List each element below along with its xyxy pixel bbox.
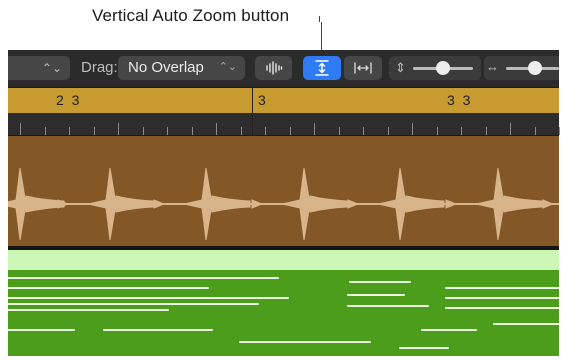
beat-tick xyxy=(412,123,413,135)
bar-number: 2 3 xyxy=(56,92,82,108)
beat-tick xyxy=(436,127,438,135)
vertical-auto-zoom-button[interactable] xyxy=(303,56,341,80)
beat-tick xyxy=(118,123,119,135)
bar-number: 3 xyxy=(258,92,268,108)
tracks-toolbar: ⌃⌄ Drag: No Overlap ⌃⌄ ⇕ ↔ xyxy=(8,50,559,88)
callout-label: Vertical Auto Zoom button xyxy=(92,6,290,25)
beat-tick xyxy=(265,127,266,135)
horizontal-zoom-slider-group: ↔ xyxy=(484,56,559,80)
select-chevrons-icon: ⌃⌄ xyxy=(218,61,237,73)
horizontal-auto-zoom-icon xyxy=(354,62,372,74)
beat-tick xyxy=(387,127,389,135)
beat-tick xyxy=(314,123,315,135)
beat-tick-strip xyxy=(8,113,560,136)
bar-number: 3 3 xyxy=(447,92,473,108)
audio-region[interactable] xyxy=(0,136,559,246)
beat-tick xyxy=(461,127,462,135)
drag-label: Drag: xyxy=(81,59,118,76)
midi-region[interactable] xyxy=(7,270,560,356)
beat-tick xyxy=(167,127,168,135)
beat-tick xyxy=(142,127,144,135)
waveform-zoom-icon xyxy=(265,61,282,75)
vertical-auto-zoom-icon xyxy=(315,60,329,76)
beat-tick xyxy=(20,123,21,135)
bar-marker-line xyxy=(252,88,253,136)
waveform-zoom-button[interactable] xyxy=(255,56,292,80)
beat-tick xyxy=(559,127,560,135)
horizontal-auto-zoom-button[interactable] xyxy=(344,56,382,80)
beat-tick xyxy=(363,127,364,135)
vertical-zoom-slider-knob[interactable] xyxy=(436,61,450,75)
beat-tick xyxy=(485,127,487,135)
beat-tick xyxy=(93,127,95,135)
horizontal-zoom-icon: ↔ xyxy=(486,59,499,74)
beat-tick xyxy=(44,127,46,135)
bar-ruler[interactable]: 2 3 3 3 3 xyxy=(8,88,559,113)
beat-tick xyxy=(216,123,217,135)
stepper-chevrons-icon: ⌃⌄ xyxy=(41,61,62,75)
waveform-transient xyxy=(0,167,65,241)
snap-stepper[interactable]: ⌃⌄ xyxy=(8,56,70,80)
horizontal-zoom-slider-knob[interactable] xyxy=(528,61,543,75)
drag-mode-select[interactable]: No Overlap ⌃⌄ xyxy=(118,56,245,80)
beat-tick xyxy=(240,127,242,135)
beat-tick xyxy=(69,127,70,135)
audio-waveform xyxy=(0,167,559,241)
beat-tick xyxy=(289,127,291,135)
vertical-zoom-icon: ⇕ xyxy=(395,60,406,75)
beat-tick xyxy=(191,127,193,135)
beat-tick xyxy=(510,123,511,135)
beat-tick xyxy=(534,127,536,135)
drag-mode-value: No Overlap xyxy=(128,59,204,76)
midi-region-header[interactable] xyxy=(8,250,559,270)
beat-tick xyxy=(338,127,340,135)
vertical-zoom-slider-group: ⇕ xyxy=(389,56,481,80)
midi-notes xyxy=(7,277,560,349)
callout-leader-line xyxy=(319,16,322,50)
